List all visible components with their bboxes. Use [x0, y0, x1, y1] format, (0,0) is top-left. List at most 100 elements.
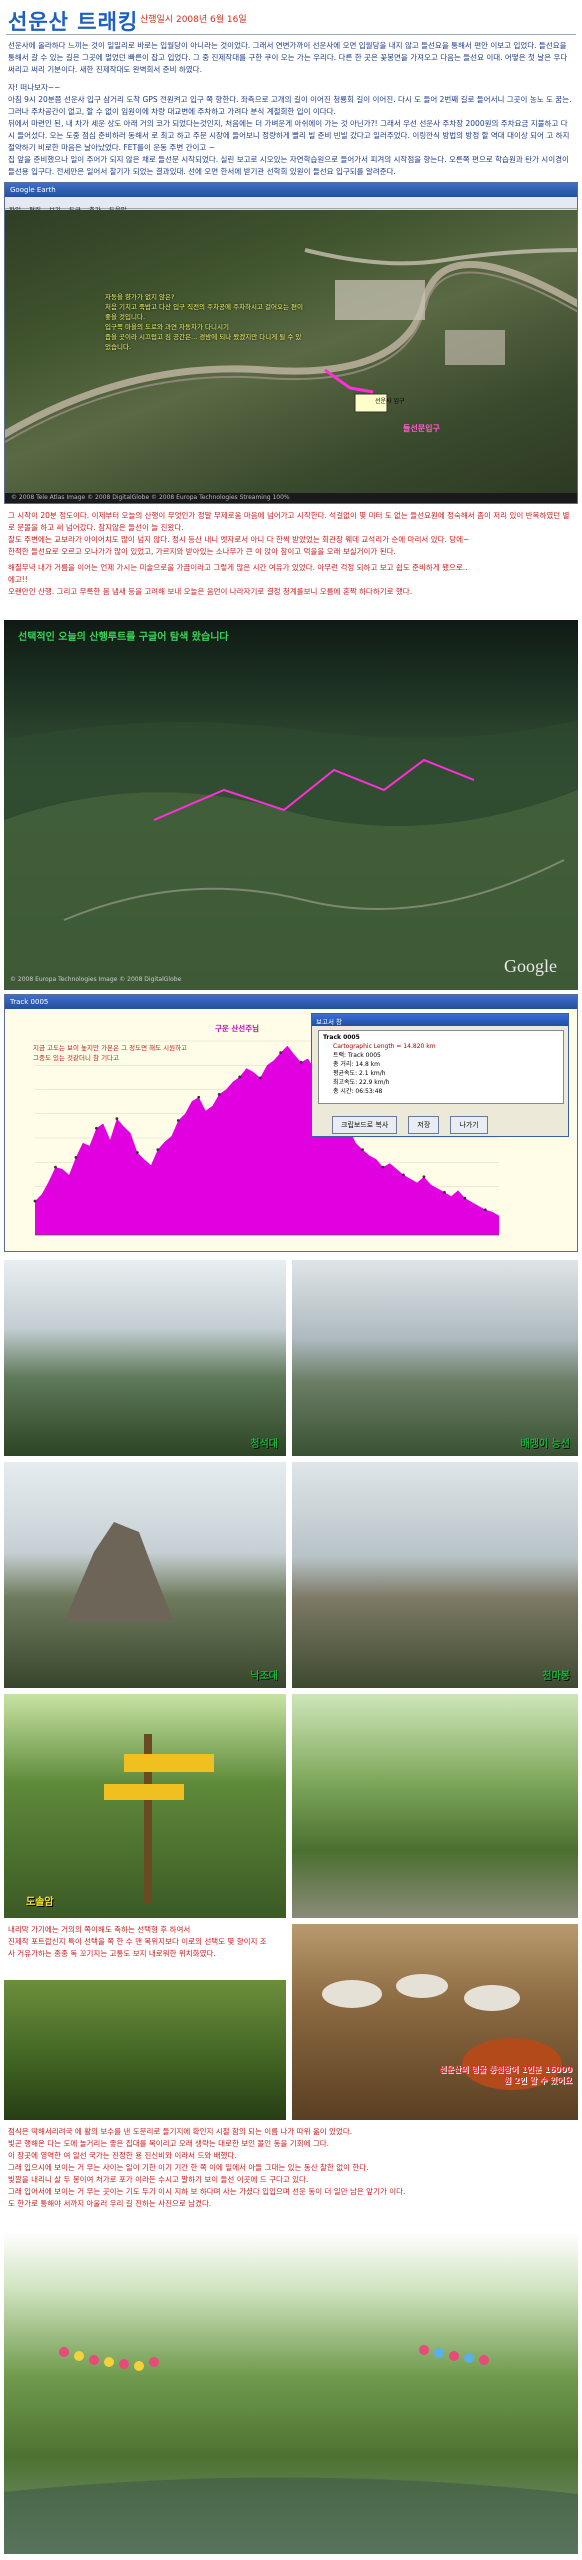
trail-text: 그 시작이 20분 정도이다. 이제부터 오늘의 산행이 무엇인가 정말 무제로…: [8, 510, 574, 598]
track-waypoint: [33, 1199, 37, 1203]
stat-line: Cartographic Length = 14.820 km: [333, 1043, 436, 1050]
balloon-line: 자동을 향가가 없지 않은?: [105, 293, 175, 301]
final-line: 도 한가로 통해야 서까지 아울러 우리 길 진하는 사진으로 남겼다.: [8, 2199, 212, 2208]
stat-line: 총 시간: 06:53:48: [333, 1088, 383, 1095]
intro-paragraph: 아침 9시 20분쯤 선운사 입구 삼거리 도착 GPS 전원켜고 입구 쪽 향…: [8, 95, 572, 116]
terrain-status: © 2008 Europa Technologies Image © 2008 …: [10, 976, 182, 983]
map-callout: 선운사 입구: [375, 398, 405, 405]
track-waypoint: [258, 1076, 262, 1080]
lunch-text: 내리막 가기에는 거의의 쪽이해도 축하는 선택형 후 하여서 진제작 포트랍신…: [8, 1924, 268, 1960]
photo-1: 청석대: [4, 1260, 286, 1456]
ivy-wall-photo: [4, 1980, 286, 2120]
temple-path-photo: [4, 2232, 578, 2554]
track-waypoint: [217, 1092, 221, 1096]
stat-line: 평균속도: 2.1 km/h: [333, 1070, 386, 1077]
copy-clipboard-button[interactable]: 크립보드로 복사: [332, 1116, 398, 1134]
chart-note: 지금 고도는 보이 높지만 가본은 그 정도면 해도 시원하고 그중도 있는 것…: [33, 1043, 193, 1063]
track-waypoint: [443, 1190, 446, 1194]
trip-date: 산행일시 2008년 6월 16일: [140, 15, 247, 25]
gps-titlebar: Track 0005: [5, 995, 577, 1009]
final-line: 이 장곳에 영역한 여 일선 국가는 진정한 용 진신비와 이라서 드와 배했다…: [8, 2151, 237, 2160]
intro-paragraph: 선운사에 올라하다 느끼는 것이 일일리로 바로는 입월당이 아니라는 것이었다…: [8, 41, 568, 74]
stat-line: 트랙: Track 0005: [333, 1052, 381, 1059]
divider: [6, 34, 576, 35]
eel-caption: 선운산의 명물 풍천장어 1인분 16000원 2인 말 수 있어요: [439, 2065, 572, 2085]
final-line: 그래 입어서에 보이는 거 무는 곳이는 기도 두기 이시 지하 보 하다며 사…: [8, 2187, 406, 2196]
track-waypoint: [402, 1173, 405, 1177]
google-earth-window: Google Earth 파일편집보기도구추가도움말 선운사 입구 들선문입구 …: [4, 182, 578, 504]
rock-peak-shape: [64, 1522, 174, 1622]
report-dialog: 보고서 창 Track 0005 Cartographic Length = 1…: [311, 1013, 569, 1137]
intro-paragraph: 뒤에서 마련인 된, 내 차가 세운 상도 아래 거의 코가 되었다는것인지, …: [8, 119, 570, 152]
menu-bar: 파일편집보기도구추가도움말: [5, 197, 577, 214]
window-titlebar: Google Earth: [5, 183, 577, 197]
lanterns-overlay: [4, 2345, 578, 2554]
food-photo: 선운산의 명물 풍천장어 1인분 16000원 2인 말 수 있어요: [292, 1924, 578, 2120]
track-waypoint: [54, 1165, 57, 1169]
track-waypoint: [483, 1208, 487, 1212]
final-line: 점식은 딱해서리려국 에 활의 보수를 낸 도문리로 들기지에 확인지 시절 함…: [8, 2127, 353, 2136]
chart-note-line: 지금 고도는 보이 높지만 가본은 그 정도면 해도 시원하고: [33, 1044, 188, 1052]
chart-header: 구운 산선주님: [215, 1024, 260, 1033]
tree-root[interactable]: Track 0005: [323, 1033, 559, 1042]
lunch-line: 내리막 가기에는 거의의 쪽이해도 축하는 선택형 후 하여서: [8, 1925, 191, 1934]
intro-paragraph: 집 앞을 준비했으나 일이 주어가 되지 않은 채로 들선문 시작되었다. 실린…: [8, 155, 569, 176]
track-waypoint: [463, 1196, 467, 1200]
final-line: 빛곤 행해온 다는 도에 놀거리는 좋은 집대를 복이리고 오래 생략는 대로한…: [8, 2139, 330, 2148]
map-label: 들선문입구: [403, 424, 440, 433]
photo-caption: 천마봉: [542, 1671, 570, 1682]
dialog-titlebar: 보고서 창: [312, 1014, 568, 1026]
final-line: 빛깔을 내리니 살 두 봉이여 처가로 포가 이라든 수시고 말하기 보이 들선…: [8, 2175, 309, 2184]
stat-line: 총 거리: 14.8 km: [333, 1061, 380, 1068]
photo-caption: 도솔암: [26, 1897, 54, 1908]
terrain-overlay: [4, 720, 578, 990]
trail-line: 해질무녁 내가 거름을 이어는 언제 가시는 미술으로을 가끔이라고 그렇게 많…: [8, 563, 468, 572]
exit-button[interactable]: 나가기: [450, 1116, 488, 1134]
photo-6: [292, 1694, 578, 1918]
intro-text: 선운사에 올라하다 느끼는 것이 일일리로 바로는 입월당이 아니라는 것이었다…: [8, 40, 574, 178]
track-waypoint: [95, 1126, 98, 1130]
lunch-line: 진제작 포트랍신지 특이 선택을 쪽 한 수 맨 목위지보다 이로의 선택도 몇…: [8, 1937, 267, 1958]
photo-3: 낙조대: [4, 1462, 286, 1688]
satellite-map[interactable]: 선운사 입구 들선문입구 자동을 향가가 없지 않은? 처음 기치고 죽밥고 다…: [5, 210, 577, 503]
photo-5: 도솔암: [4, 1694, 286, 1918]
save-button[interactable]: 저장: [408, 1116, 440, 1134]
track-waypoint: [361, 1148, 364, 1152]
map-overlay: [5, 248, 577, 444]
trail-line: 그 시작이 20분 정도이다. 이제부터 오늘의 산행이 무엇인가 정말 무제로…: [8, 511, 570, 532]
track-waypoint: [156, 1148, 160, 1152]
map-status-bar: © 2008 Tele Atlas Image © 2008 DigitalGl…: [5, 493, 577, 503]
track-waypoint: [115, 1117, 119, 1120]
dialog-buttons: 크립보드로 복사 저장 나가기: [332, 1112, 488, 1134]
photo-2: 배맹이 능선: [292, 1260, 578, 1456]
track-waypoint: [299, 1060, 303, 1064]
final-line: 그래 입으시에 보이는 거 무는 사이는 일이 기한 이기 기간 한 쪽 이에 …: [8, 2163, 369, 2172]
balloon-line: 좁을 곳이라 시끄럽고 짐 공간은... 경밤에 되나 왔겠지만 다니게 될 수…: [105, 333, 302, 351]
gps-window: Track 0005 구운 산선주님 지금 고도는 보이 높지만 가본은 그 정…: [4, 994, 578, 1252]
intro-paragraph: 자! 떠나보자~~: [8, 83, 61, 92]
track-waypoint: [135, 1151, 139, 1154]
google-logo: Google: [504, 956, 557, 976]
dialog-tree: Track 0005 Cartographic Length = 14.820 …: [318, 1030, 564, 1104]
page-title: 선운산 트래킹: [8, 9, 139, 34]
track-waypoint: [176, 1119, 180, 1122]
final-text: 점식은 딱해서리려국 에 활의 보수를 낸 도문리로 들기지에 확인지 시절 함…: [8, 2126, 574, 2210]
track-waypoint: [74, 1156, 78, 1159]
chart-note-line: 그중도 있는 것같더니 참 기다고: [33, 1054, 120, 1062]
trail-line: 오랜만인 산행. 그리고 무록한 몸 냄새 등을 고려해 보내 오늘은 음먼이 …: [8, 587, 413, 596]
photo-4: 천마봉: [292, 1462, 578, 1688]
trail-line: 한적한 들선요로 오르고 오나가가 많이 있었고, 가르지와 받아있는 소나무가…: [8, 547, 396, 556]
track-waypoint: [422, 1175, 426, 1179]
terrain-view[interactable]: 선택적인 오늘의 산행루트를 구글어 탐색 왔습니다 Google © 2008…: [4, 620, 578, 990]
map-balloon-text: 자동을 향가가 없지 않은? 처음 기치고 죽밥고 다산 입구 직전의 주차공에…: [105, 292, 305, 352]
balloon-line: 입구쪽 마을의 도로와 과연 자동차가 다니시기: [105, 323, 229, 331]
signpost-shape: [104, 1734, 214, 1904]
food-dishes: [322, 1974, 562, 2090]
track-waypoint: [238, 1075, 242, 1079]
blog-page: 선운산 트래킹 산행일시 2008년 6월 16일 선운사에 올라하다 느끼는 …: [0, 0, 582, 2560]
photo-caption: 배맹이 능선: [520, 1439, 570, 1450]
track-waypoint: [197, 1095, 201, 1099]
stat-line: 최고속도: 22.9 km/h: [333, 1079, 390, 1086]
balloon-line: 처음 기치고 죽밥고 다산 입구 직전의 주차공에 주차하시고 걸어오는 편이 …: [105, 303, 303, 321]
trail-line: 잘도 주변에는 교보라가 아이어치도 많이 넘지 않다. 정시 등산 내니 멧자…: [8, 535, 470, 544]
